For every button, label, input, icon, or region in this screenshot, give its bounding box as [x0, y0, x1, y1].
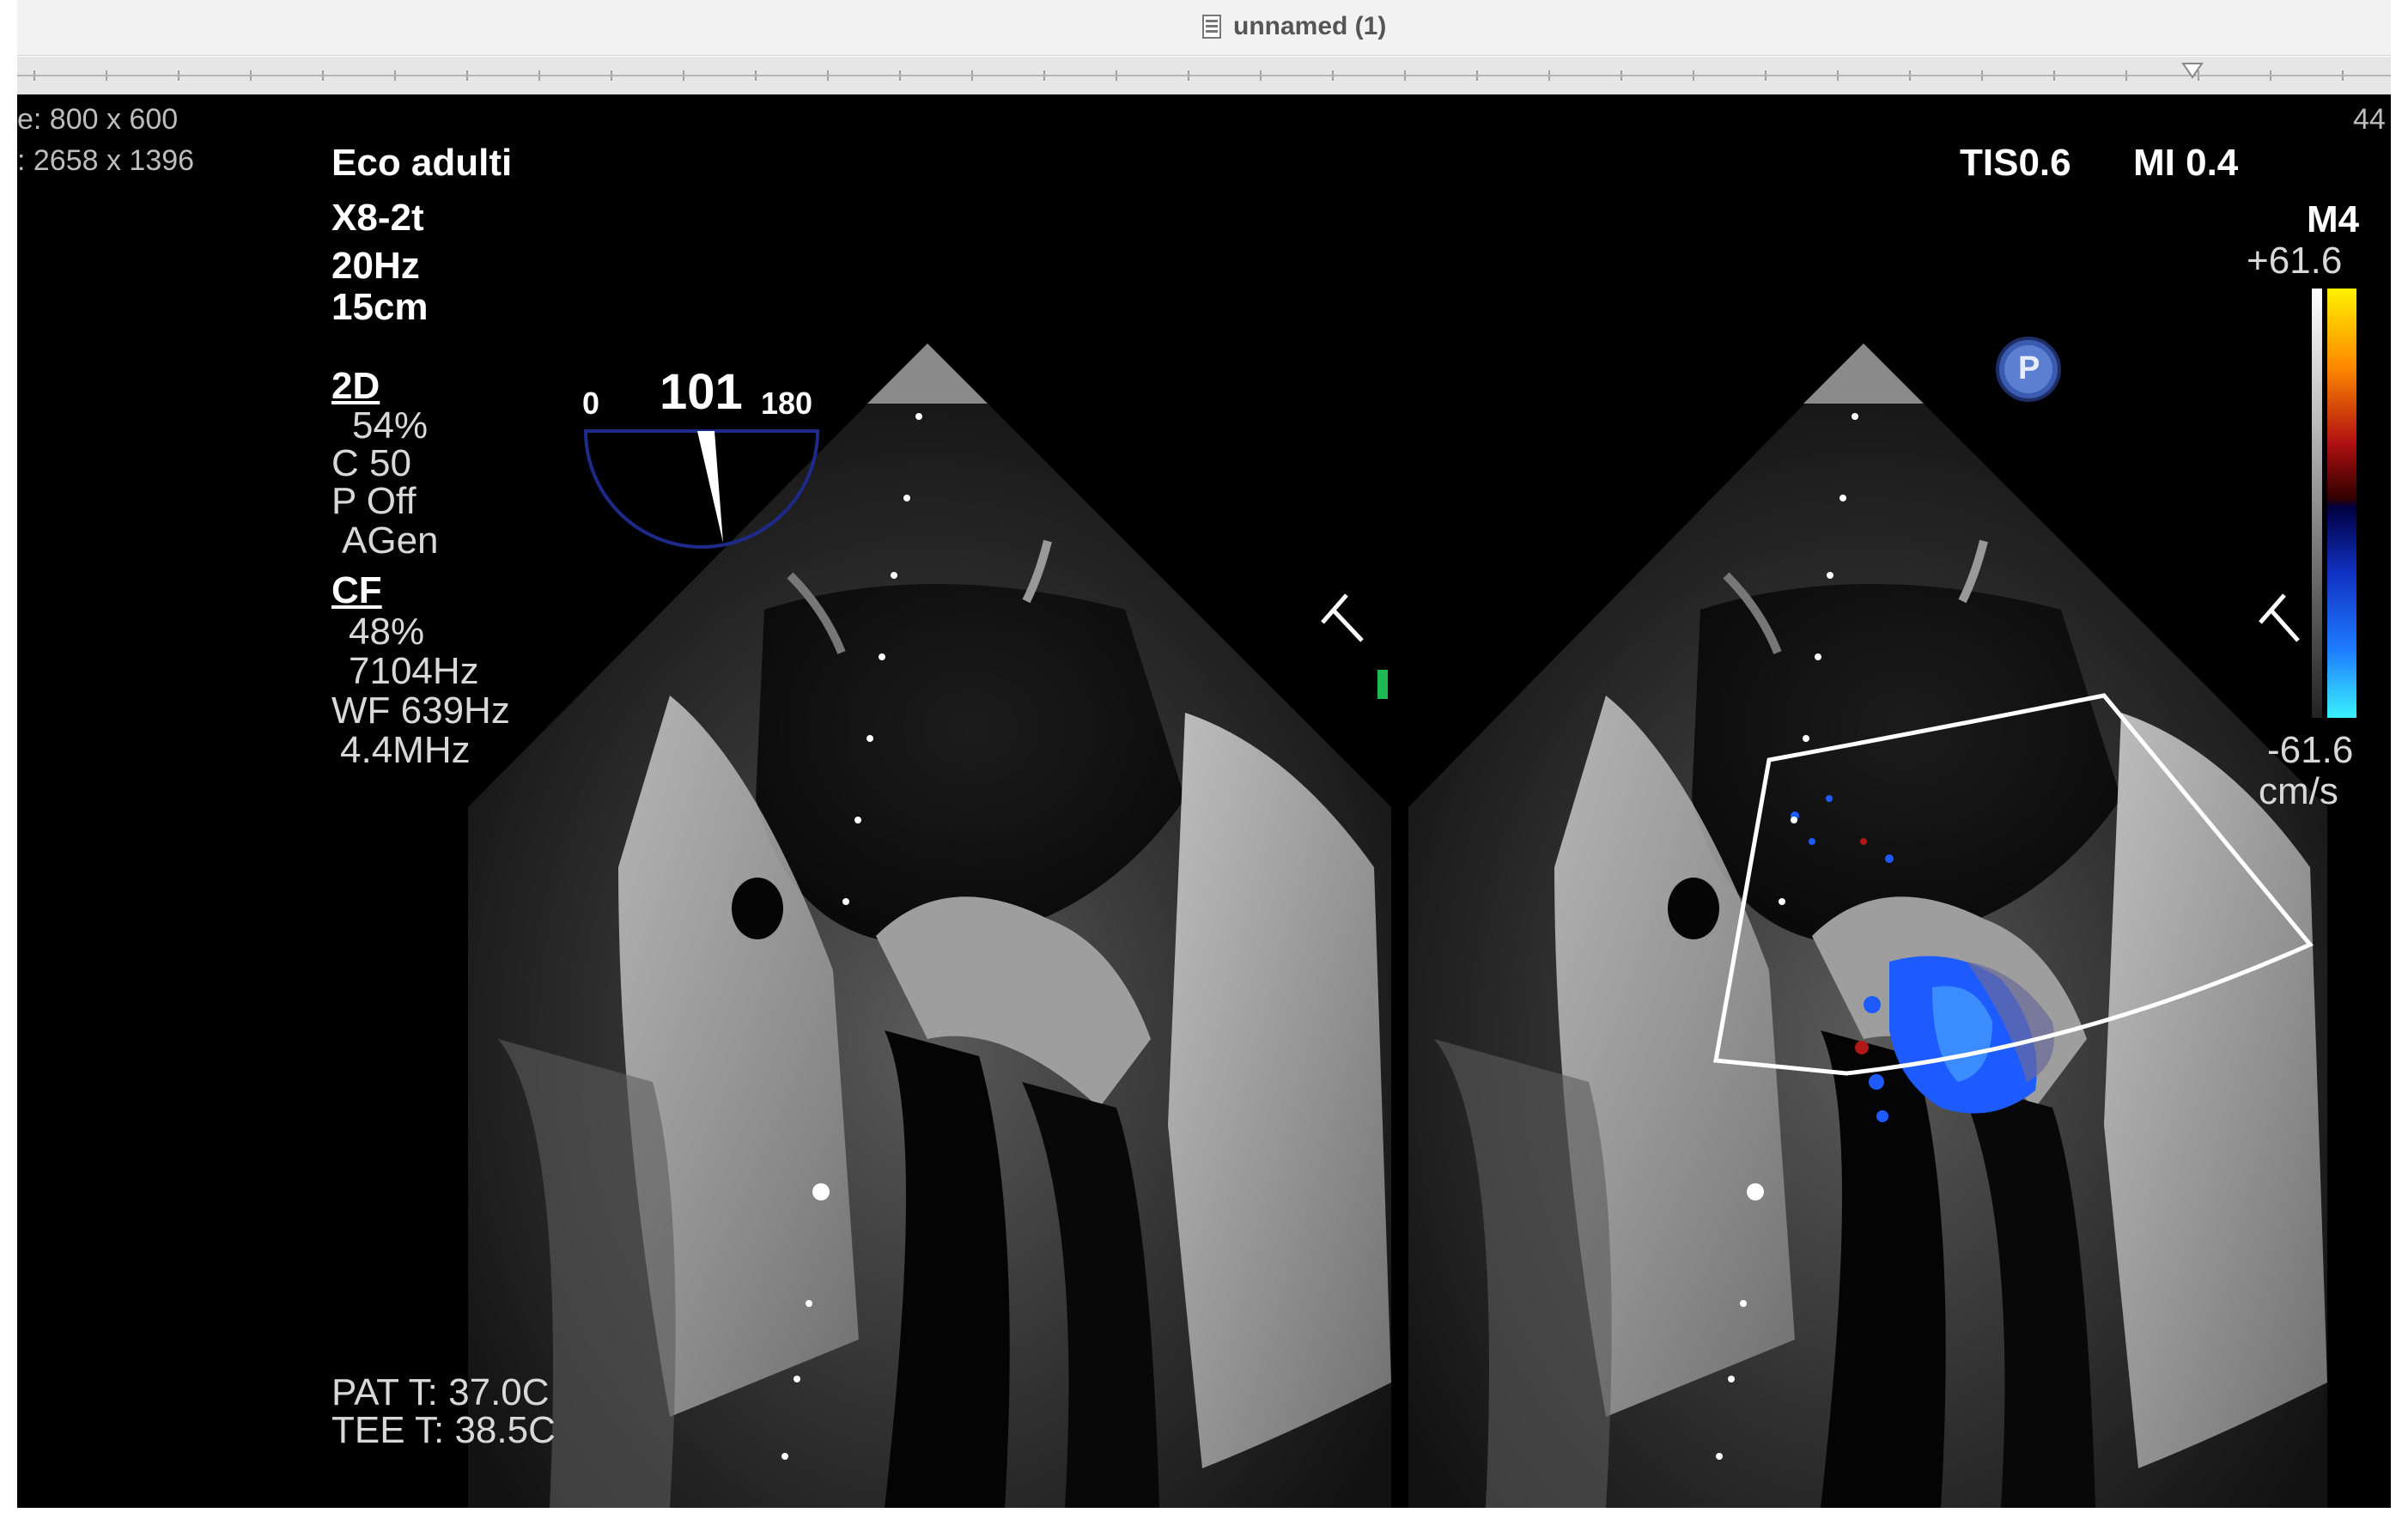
- cf-wall-filter: WF 639Hz: [331, 690, 510, 732]
- image-size-label: e: 800 x 600: [17, 103, 179, 136]
- screen-size-label: : 2658 x 1396: [17, 144, 195, 177]
- frame-rate-label: 20Hz: [331, 245, 420, 287]
- velocity-min-label: -61.6: [2267, 729, 2354, 771]
- cf-gain: 48%: [349, 611, 425, 653]
- scrubber-ticks: [17, 70, 2391, 81]
- frame-scrubber-handle[interactable]: [2181, 62, 2204, 79]
- tee-temperature: TEE T: 38.5C: [331, 1409, 556, 1451]
- edge-number-label: 44: [2353, 103, 2386, 136]
- twod-section-label: 2D: [331, 365, 380, 407]
- twod-compression: C 50: [331, 442, 411, 484]
- velocity-unit-label: cm/s: [2259, 770, 2338, 812]
- probe-label: X8-2t: [331, 197, 424, 239]
- twod-persistence: P Off: [331, 480, 417, 522]
- cf-section-label: CF: [331, 569, 382, 611]
- right-orientation-marker: [2259, 593, 2300, 642]
- angle-min-label: 0: [582, 386, 600, 421]
- velocity-color-bar: [2312, 289, 2356, 718]
- left-2d-sector: [468, 343, 1391, 1508]
- cf-prf: 7104Hz: [349, 650, 479, 692]
- window-title: unnamed (1): [1202, 12, 1386, 41]
- window-title-text: unnamed (1): [1233, 12, 1387, 40]
- patient-temperature: PAT T: 37.0C: [331, 1371, 550, 1413]
- tis-label: TIS0.6: [1960, 142, 2071, 184]
- twod-mode: AGen: [342, 519, 439, 562]
- velocity-max-label: +61.6: [2247, 240, 2343, 282]
- window-title-bar: unnamed (1): [17, 0, 2391, 56]
- mode-indicator-label: M4: [2307, 198, 2360, 240]
- right-color-doppler-sector: [1408, 343, 2327, 1508]
- depth-label: 15cm: [331, 286, 429, 328]
- left-orientation-marker: [1321, 593, 1388, 699]
- p-marker-label: P: [2018, 350, 2040, 386]
- mi-label: MI 0.4: [2133, 142, 2239, 184]
- twod-gain: 54%: [352, 404, 429, 447]
- image-file-icon: [1202, 15, 1221, 39]
- preset-label: Eco adulti: [331, 142, 513, 184]
- angle-max-label: 180: [761, 386, 813, 421]
- angle-value-label: 101: [660, 364, 743, 420]
- frame-scrubber-track[interactable]: [17, 57, 2391, 95]
- cf-frequency: 4.4MHz: [340, 729, 471, 771]
- ultrasound-viewer[interactable]: e: 800 x 600 : 2658 x 1396 44 Eco adulti…: [17, 94, 2391, 1508]
